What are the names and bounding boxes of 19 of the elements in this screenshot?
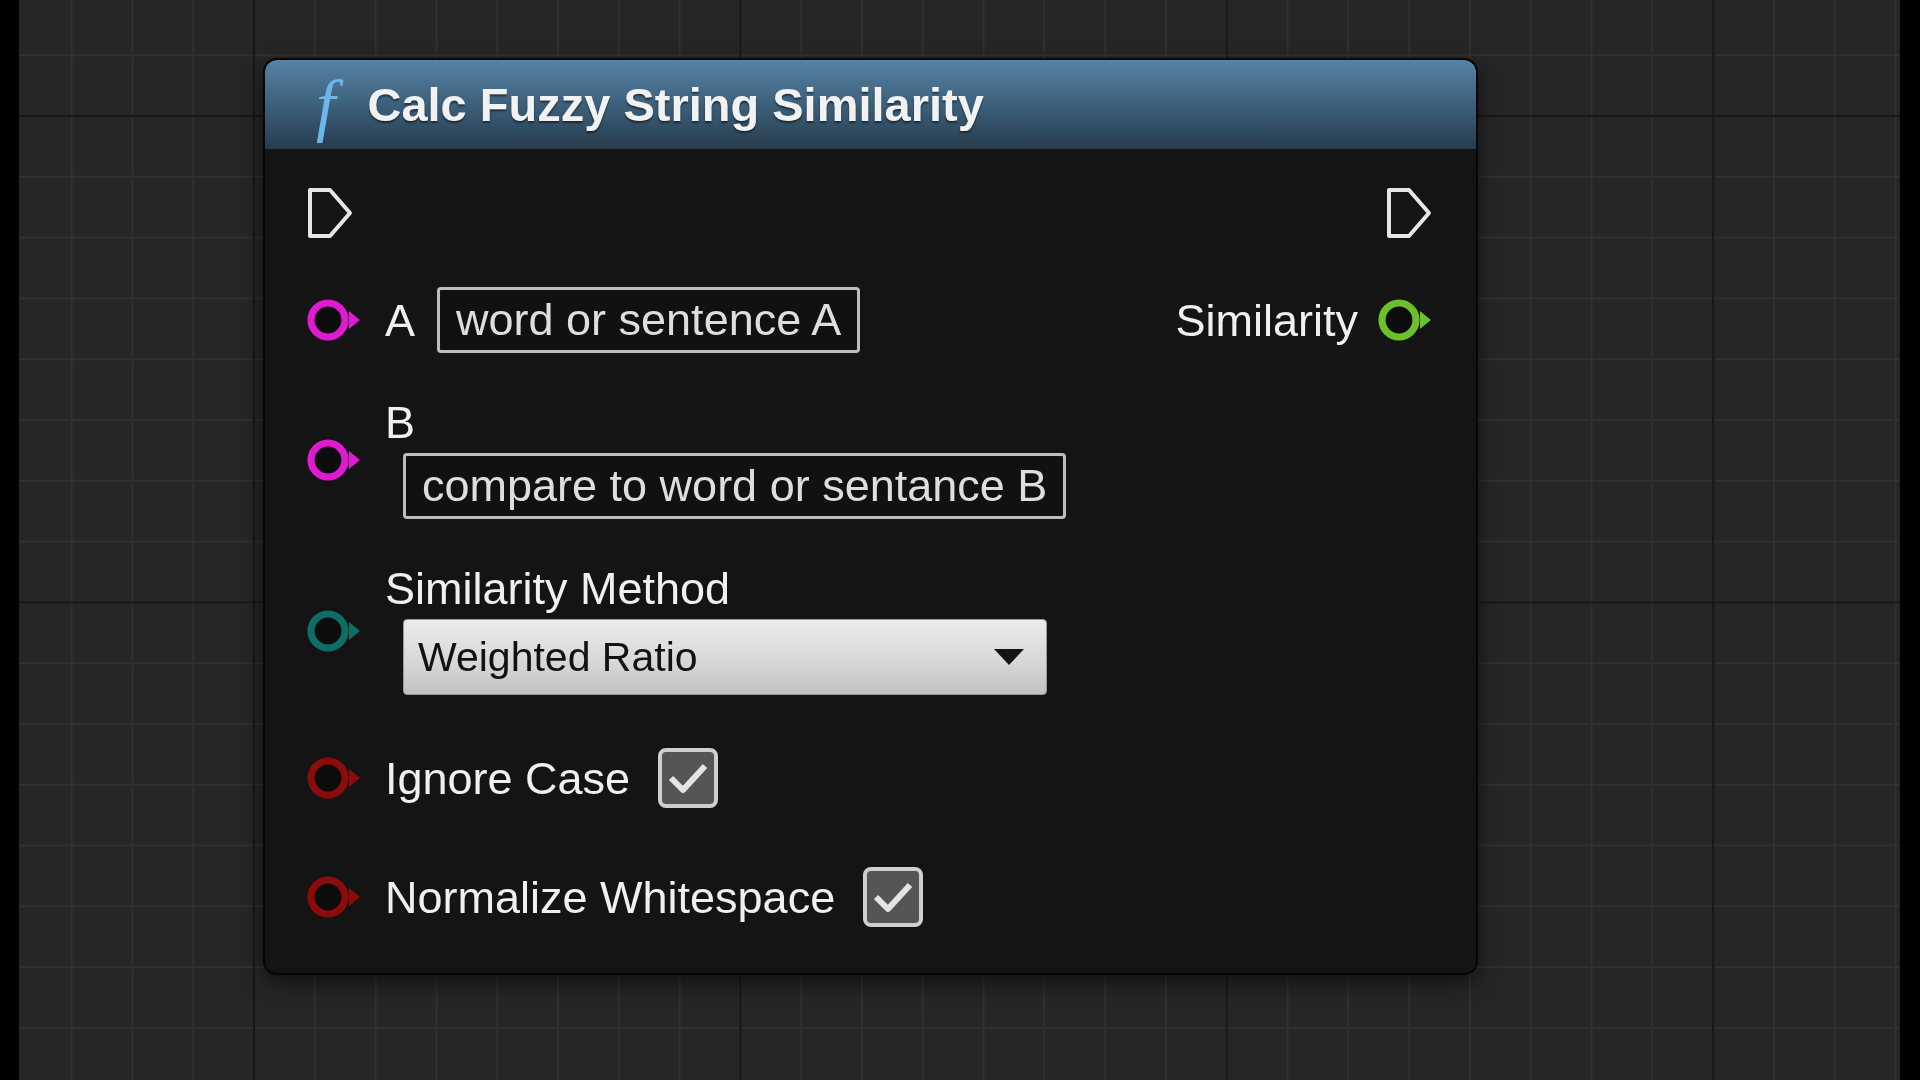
pin-label: Normalize Whitespace — [385, 874, 836, 920]
pin-icon[interactable] — [306, 296, 362, 344]
text-field[interactable]: word or sentence A — [437, 287, 861, 353]
node-title: Calc Fuzzy String Similarity — [367, 77, 984, 132]
check-icon — [873, 881, 914, 913]
checkbox[interactable] — [658, 748, 719, 808]
pin-label: A — [385, 297, 415, 343]
pin-label: Similarity — [1175, 297, 1358, 343]
pin-icon[interactable] — [1377, 296, 1433, 344]
caret-icon — [994, 649, 1024, 665]
pin-label: Ignore Case — [385, 755, 631, 801]
dropdown[interactable]: Weighted Ratio — [403, 619, 1047, 695]
checkbox[interactable] — [863, 867, 924, 927]
text-field[interactable]: compare to word or sentance B — [403, 453, 1067, 519]
exec-pin-icon[interactable] — [1385, 186, 1433, 240]
pin-label: Similarity Method — [385, 566, 731, 611]
exec-pin-icon[interactable] — [306, 186, 354, 240]
pin-label: B — [385, 400, 415, 445]
check-icon — [668, 762, 709, 794]
